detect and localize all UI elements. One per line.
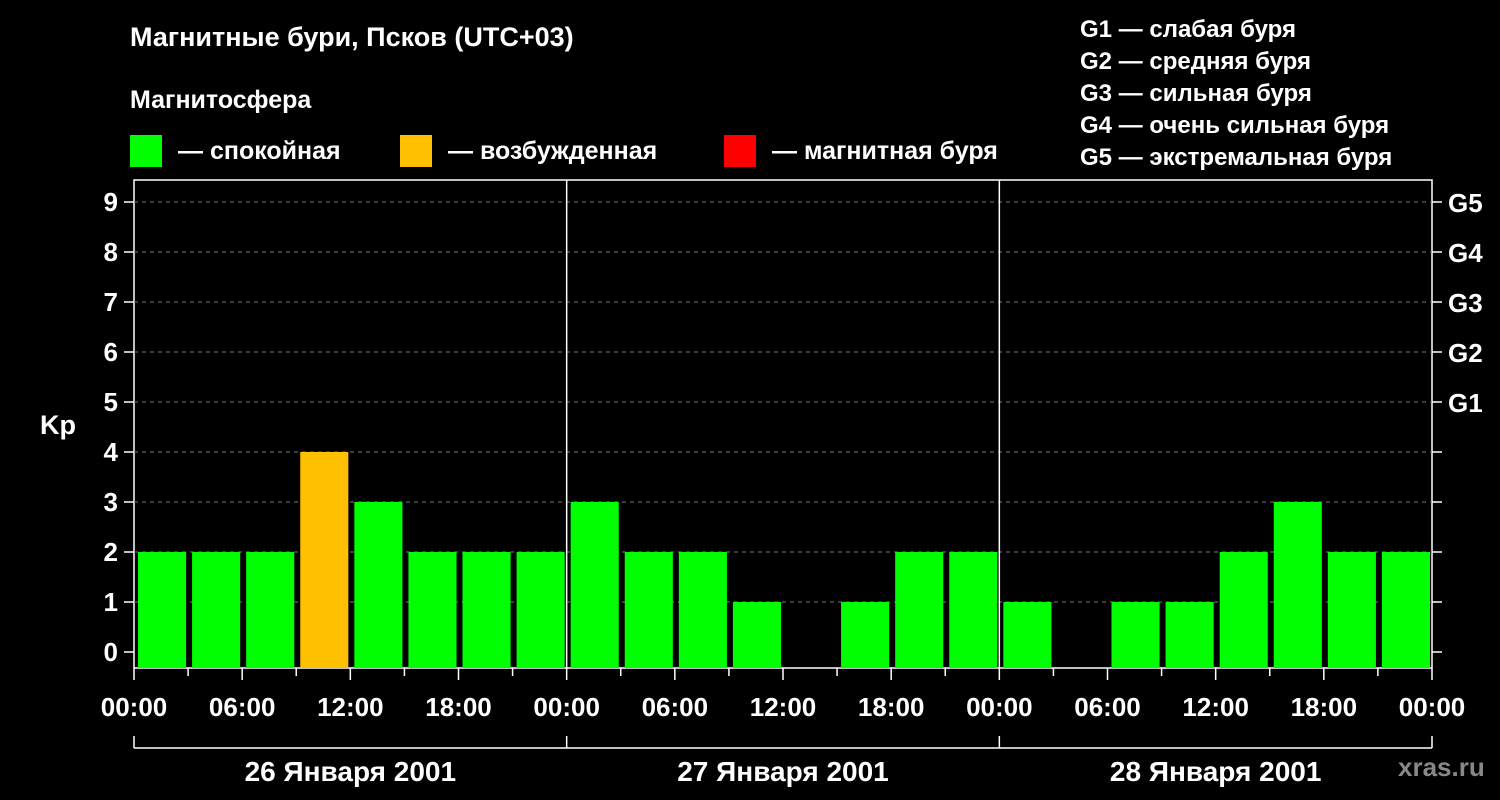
kp-bar <box>354 502 403 668</box>
kp-bar <box>624 552 673 668</box>
kp-bar <box>841 602 890 668</box>
y-tick-label: 7 <box>104 287 118 317</box>
x-tick-label: 12:00 <box>750 692 817 722</box>
y-tick-label: 8 <box>104 237 118 267</box>
x-tick-label: 12:00 <box>317 692 384 722</box>
kp-bar <box>678 552 727 668</box>
x-tick-label: 18:00 <box>425 692 492 722</box>
kp-bar <box>246 552 295 668</box>
g-level-label: G2 <box>1448 338 1483 368</box>
kp-bar <box>408 552 457 668</box>
g-level-label: G5 <box>1448 188 1483 218</box>
g-level-label: G4 <box>1448 238 1483 268</box>
kp-bar <box>1327 552 1376 668</box>
kp-bar <box>300 452 349 668</box>
x-tick-label: 18:00 <box>1291 692 1358 722</box>
kp-bar <box>570 502 619 668</box>
day-label: 28 Января 2001 <box>1110 756 1322 787</box>
g-level-label: G1 <box>1448 388 1483 418</box>
x-tick-label: 00:00 <box>966 692 1033 722</box>
y-tick-label: 6 <box>104 337 118 367</box>
day-label: 27 Января 2001 <box>677 756 889 787</box>
kp-bar-chart: 0 1 2 3 4 5 6 7 8 9 G1 G2 G3 G4 G5 00:00 06:00 12:00 18:00… <box>101 179 1483 787</box>
kp-bar <box>138 552 187 668</box>
kp-bar <box>462 552 511 668</box>
y-tick-label: 4 <box>104 437 119 467</box>
kp-bar <box>949 552 998 668</box>
g-level-label: G3 <box>1448 288 1483 318</box>
x-tick-label: 06:00 <box>209 692 276 722</box>
kp-bar <box>192 552 241 668</box>
y-tick-label: 5 <box>104 387 118 417</box>
kp-bar <box>1273 502 1322 668</box>
kp-bar <box>1003 602 1052 668</box>
kp-bar <box>516 552 565 668</box>
x-tick-label: 12:00 <box>1182 692 1249 722</box>
x-tick-label: 06:00 <box>1074 692 1141 722</box>
kp-bar <box>1165 602 1214 668</box>
x-tick-label: 00:00 <box>533 692 600 722</box>
kp-bar <box>1219 552 1268 668</box>
kp-bar <box>732 602 781 668</box>
y-tick-label: 9 <box>104 187 118 217</box>
kp-bar <box>895 552 944 668</box>
watermark: xras.ru <box>1398 752 1485 782</box>
x-tick-label: 06:00 <box>642 692 709 722</box>
y-tick-label: 2 <box>104 537 118 567</box>
kp-bar <box>1381 552 1430 668</box>
x-tick-label: 00:00 <box>1399 692 1466 722</box>
y-tick-label: 3 <box>104 487 118 517</box>
kp-bar <box>1111 602 1160 668</box>
x-tick-label: 00:00 <box>101 692 168 722</box>
y-tick-label: 0 <box>104 637 118 667</box>
day-label: 26 Января 2001 <box>245 756 457 787</box>
x-tick-label: 18:00 <box>858 692 925 722</box>
y-tick-label: 1 <box>104 587 118 617</box>
